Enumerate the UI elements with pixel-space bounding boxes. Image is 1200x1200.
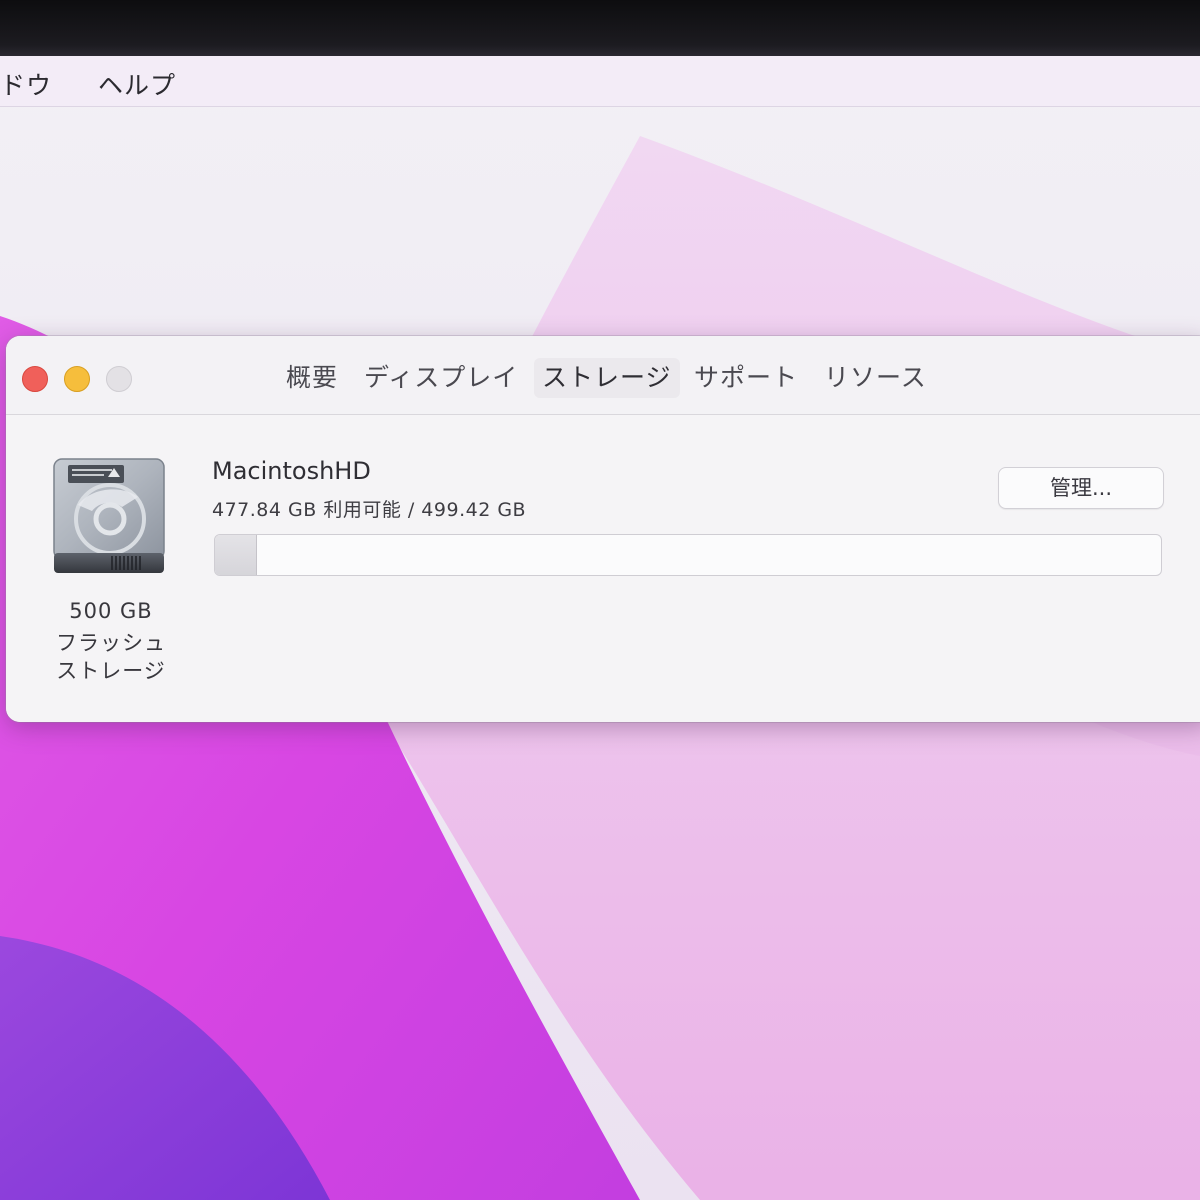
drive-capacity-label: 500 GB (69, 599, 153, 623)
storage-usage-bar (214, 534, 1162, 576)
menu-bar: ドウ ヘルプ (0, 56, 1200, 107)
tab-storage[interactable]: ストレージ (534, 358, 680, 398)
drive-type-label: フラッシュ (56, 631, 166, 655)
tab-overview[interactable]: 概要 (278, 358, 346, 398)
close-window-button[interactable] (22, 366, 48, 392)
drive-type-label-2: ストレージ (56, 659, 166, 683)
tab-resources[interactable]: リソース (816, 358, 935, 398)
tab-displays[interactable]: ディスプレイ (356, 358, 526, 398)
storage-used-segment (215, 535, 257, 575)
display-bezel (0, 0, 1200, 56)
storage-panel: 500 GB フラッシュ ストレージ MacintoshHD 477.84 GB… (6, 415, 1200, 722)
zoom-window-button[interactable] (106, 366, 132, 392)
about-this-mac-window: 概要 ディスプレイ ストレージ サポート リソース 500 GB フラッシュ ス… (6, 336, 1200, 722)
menu-help[interactable]: ヘルプ (98, 66, 176, 102)
minimize-window-button[interactable] (64, 366, 90, 392)
manage-storage-button[interactable]: 管理... (998, 467, 1164, 509)
menu-window[interactable]: ドウ (0, 66, 52, 102)
volume-name: MacintoshHD (212, 457, 371, 485)
screen: ドウ ヘルプ 概要 ディスプレイ ストレージ サポート リソース 500 GB … (0, 0, 1200, 1200)
tab-support[interactable]: サポート (686, 358, 806, 398)
window-titlebar: 概要 ディスプレイ ストレージ サポート リソース (6, 336, 1200, 415)
hard-drive-icon (53, 458, 165, 573)
capacity-text: 477.84 GB 利用可能 / 499.42 GB (212, 499, 527, 521)
